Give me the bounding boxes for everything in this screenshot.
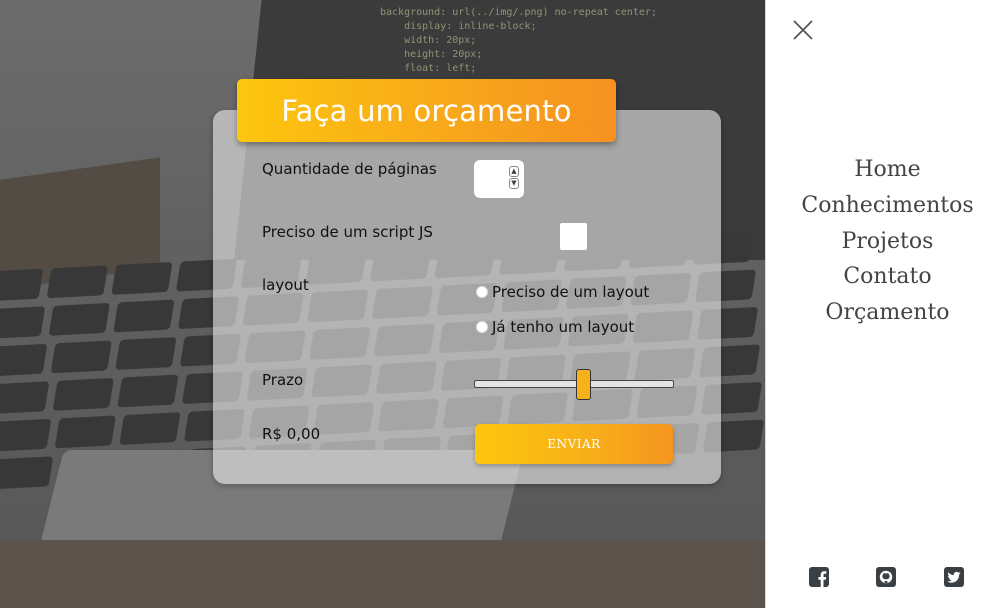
layout-label: layout: [262, 276, 309, 294]
nav-item-home[interactable]: Home: [766, 152, 1008, 188]
form-title: Faça um orçamento: [237, 79, 616, 142]
slider-track[interactable]: [474, 380, 674, 388]
submit-button[interactable]: ENVIAR: [475, 424, 673, 464]
radio-label-need-layout: Preciso de um layout: [492, 283, 650, 301]
script-checkbox[interactable]: [560, 223, 587, 250]
nav-item-orcamento[interactable]: Orçamento: [766, 295, 1008, 331]
spin-up-icon[interactable]: ▲: [509, 166, 519, 177]
nav-item-projetos[interactable]: Projetos: [766, 224, 1008, 260]
radio-need-layout[interactable]: [476, 286, 488, 298]
pages-label: Quantidade de páginas: [262, 160, 437, 178]
number-spinner[interactable]: ▲ ▼: [509, 166, 519, 190]
prazo-slider[interactable]: [474, 368, 674, 402]
layout-option-need[interactable]: Preciso de um layout: [476, 283, 649, 301]
side-menu: Home Conhecimentos Projetos Contato Orça…: [765, 0, 1008, 608]
nav-menu: Home Conhecimentos Projetos Contato Orça…: [766, 152, 1008, 331]
nav-item-conhecimentos[interactable]: Conhecimentos: [766, 188, 1008, 224]
slider-thumb[interactable]: [576, 369, 591, 400]
twitter-icon[interactable]: [942, 565, 966, 589]
radio-label-have-layout: Já tenho um layout: [492, 318, 635, 336]
close-icon[interactable]: [792, 19, 814, 41]
nav-item-contato[interactable]: Contato: [766, 259, 1008, 295]
spin-down-icon[interactable]: ▼: [509, 178, 519, 189]
github-icon[interactable]: [874, 565, 898, 589]
facebook-icon[interactable]: [807, 565, 831, 589]
script-label: Preciso de um script JS: [262, 223, 433, 241]
pages-number-input[interactable]: ▲ ▼: [474, 160, 524, 198]
prazo-label: Prazo: [262, 371, 304, 389]
price-value: R$ 0,00: [262, 425, 321, 443]
radio-have-layout[interactable]: [476, 321, 488, 333]
layout-option-have[interactable]: Já tenho um layout: [476, 318, 634, 336]
